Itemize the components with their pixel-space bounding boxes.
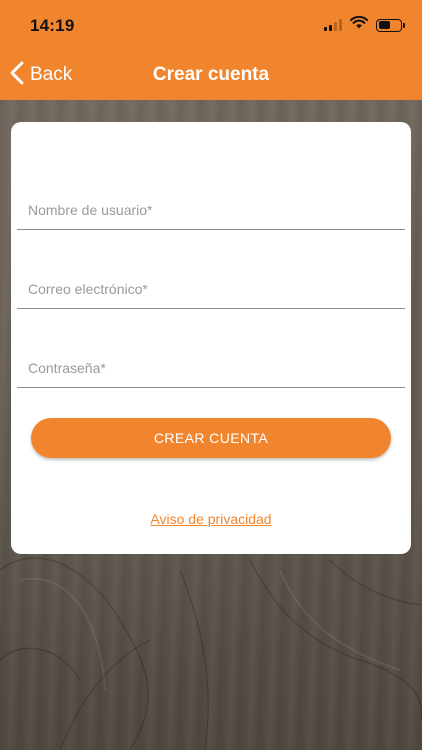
signup-form-card: CREAR CUENTA Aviso de privacidad (11, 122, 411, 554)
cellular-signal-icon (324, 19, 342, 31)
email-input[interactable] (17, 269, 405, 308)
username-input[interactable] (17, 190, 405, 229)
battery-icon (376, 18, 405, 32)
page-title: Crear cuenta (152, 64, 270, 85)
wifi-icon (350, 15, 368, 34)
status-bar: 14:19 (0, 0, 422, 50)
username-field (17, 190, 405, 230)
password-field (17, 348, 405, 388)
header-bar: 14:19 Back Crear cuenta (0, 0, 422, 100)
create-account-button[interactable]: CREAR CUENTA (31, 418, 391, 458)
privacy-notice-link[interactable]: Aviso de privacidad (11, 511, 411, 527)
status-time: 14:19 (30, 16, 75, 35)
status-icons (324, 15, 405, 34)
email-field (17, 269, 405, 309)
battery-level (378, 21, 391, 29)
navigation-bar: Back Crear cuenta (0, 50, 422, 100)
password-input[interactable] (17, 348, 405, 387)
